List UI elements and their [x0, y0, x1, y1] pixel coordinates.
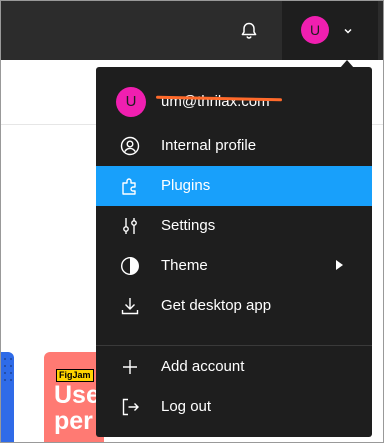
- menu-item-get-desktop-app[interactable]: Get desktop app: [96, 286, 372, 326]
- logout-icon: [122, 398, 139, 416]
- plugin-icon: [122, 178, 136, 195]
- avatar: U: [301, 16, 329, 44]
- menu-item-log-out[interactable]: Log out: [96, 387, 372, 427]
- menu-item-internal-profile[interactable]: Internal profile: [96, 126, 372, 166]
- sliders-icon: [123, 218, 137, 234]
- theme-icon: [120, 256, 140, 276]
- template-card-figjam[interactable]: FigJam Use per: [44, 352, 104, 443]
- menu-item-label: Log out: [161, 398, 212, 415]
- top-bar: U: [0, 0, 384, 60]
- menu-item-label: Plugins: [161, 177, 211, 194]
- user-circle-icon: [120, 136, 140, 156]
- plus-icon: [123, 360, 137, 374]
- menu-item-label: Get desktop app: [161, 297, 272, 314]
- user-menu-trigger[interactable]: U: [282, 0, 378, 60]
- menu-item-label: Theme: [161, 257, 208, 274]
- menu-item-plugins[interactable]: Plugins: [96, 166, 372, 206]
- menu-item-label: Internal profile: [161, 137, 257, 154]
- avatar: U: [116, 87, 146, 117]
- template-card-blue[interactable]: [0, 352, 14, 443]
- menu-item-label: Add account: [161, 358, 245, 375]
- menu-item-settings[interactable]: Settings: [96, 206, 372, 246]
- menu-item-add-account[interactable]: Add account: [96, 347, 372, 387]
- account-menu: U um@thrilax.com Internal profile Plugin…: [96, 67, 372, 437]
- chevron-down-icon: [344, 28, 352, 34]
- card-title: Use per: [54, 381, 100, 435]
- chevron-right-icon: [336, 260, 343, 270]
- menu-divider: [96, 345, 372, 346]
- download-icon: [121, 298, 139, 315]
- menu-item-theme[interactable]: Theme: [96, 246, 372, 286]
- bell-icon[interactable]: [238, 20, 260, 42]
- menu-item-label: Settings: [161, 217, 216, 234]
